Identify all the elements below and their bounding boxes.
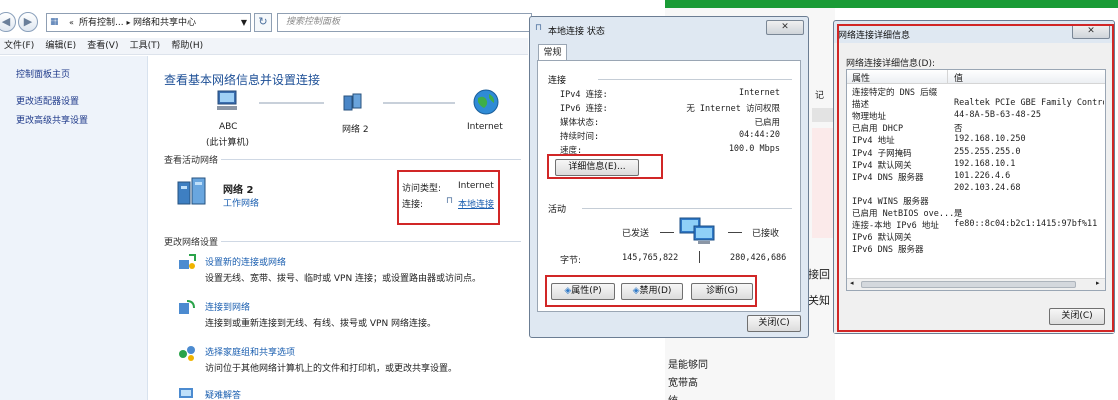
network-name: 网络 2 <box>223 185 254 196</box>
status-dialog-title: 本地连接 状态 <box>548 27 605 37</box>
menu-help[interactable]: 帮助(H) <box>167 38 207 55</box>
task-description: 访问位于其他网络计算机上的文件和打印机，或更改共享设置。 <box>205 364 458 374</box>
search-placeholder: 搜索控制面板 <box>286 17 341 27</box>
activity-tick <box>699 251 700 263</box>
ipv6-label: IPv6 连接: <box>560 104 608 114</box>
background-block <box>812 128 834 238</box>
map-computer-label: ABC <box>219 122 238 132</box>
close-icon[interactable]: ✕ <box>766 20 804 35</box>
task-description: 设置无线、宽带、拨号、临时或 VPN 连接；或设置路由器或访问点。 <box>205 274 482 284</box>
status-close-button[interactable]: 关闭(C) <box>747 315 801 332</box>
bytes-sent-value: 145,765,822 <box>622 253 679 263</box>
activity-group-header: 活动 <box>548 205 567 215</box>
link-control-panel-home[interactable]: 控制面板主页 <box>16 67 70 80</box>
details-dialog: 网络连接详细信息 ✕ 网络连接详细信息(D): 属性 值 连接特定的 DNS 后… <box>833 20 1115 334</box>
background-text: 接回 <box>808 268 830 281</box>
address-part[interactable]: 网络和共享中心 <box>133 18 196 28</box>
menu-edit[interactable]: 编辑(E) <box>41 38 80 55</box>
background-text: 是能够同 <box>668 360 708 371</box>
address-part[interactable]: 所有控制... <box>79 18 124 28</box>
background-text: 统 <box>668 392 678 400</box>
link-advanced-sharing[interactable]: 更改高级共享设置 <box>16 113 88 126</box>
highlight-box <box>545 275 757 307</box>
troubleshoot-icon <box>177 386 197 400</box>
map-link-line <box>383 102 455 104</box>
background-green-bar <box>665 0 1118 8</box>
left-pane: 控制面板主页 更改适配器设置 更改高级共享设置 <box>0 56 148 400</box>
address-separator-icon: « <box>69 18 74 27</box>
map-computer-sublabel: (此计算机) <box>206 138 250 148</box>
page-title: 查看基本网络信息并设置连接 <box>164 73 321 87</box>
network-icon <box>343 92 363 112</box>
main-pane: 查看基本网络信息并设置连接 ABC (此计算机) 网络 2 Internet 查… <box>149 56 529 400</box>
status-dialog: ⊓ 本地连接 状态 ✕ 常规 连接 IPv4 连接: Internet IPv6… <box>529 16 809 338</box>
network-type-link[interactable]: 工作网络 <box>223 196 259 209</box>
address-toolbar: ◀ ▶ ▦ « 所有控制... ▸ 网络和共享中心 ▼ ↻ 搜索控制面板 <box>0 10 532 35</box>
highlight-box <box>837 24 1114 332</box>
speed-value: 100.0 Mbps <box>728 144 780 154</box>
task-homegroup[interactable]: 选择家庭组和共享选项 <box>205 345 295 358</box>
map-network-label: 网络 2 <box>342 125 369 135</box>
background-text: 宽带高 <box>668 378 698 389</box>
ipv6-value: 无 Internet 访问权限 <box>686 104 780 114</box>
task-description: 连接到或重新连接到无线、有线、拨号或 VPN 网络连接。 <box>205 319 437 329</box>
back-button[interactable]: ◀ <box>0 12 16 32</box>
sent-label: 已发送 <box>622 229 650 239</box>
received-label: 已接收 <box>752 229 780 239</box>
sent-dash <box>660 232 674 233</box>
refresh-button[interactable]: ↻ <box>254 13 272 32</box>
map-link-line <box>259 102 324 104</box>
recv-dash <box>728 232 742 233</box>
globe-icon <box>473 89 499 115</box>
background-text: 记 <box>815 91 825 101</box>
background-text: 关知 <box>808 294 830 307</box>
connection-group-header: 连接 <box>548 76 567 86</box>
media-state-value: 已启用 <box>754 118 780 128</box>
menu-file[interactable]: 文件(F) <box>0 38 38 55</box>
connect-network-icon <box>177 297 197 317</box>
task-connect-network[interactable]: 连接到网络 <box>205 300 250 313</box>
map-internet-label: Internet <box>467 122 503 132</box>
network-building-icon <box>177 177 207 205</box>
bytes-received-value: 280,426,686 <box>730 253 787 263</box>
task-setup-connection[interactable]: 设置新的连接或网络 <box>205 255 286 268</box>
ipv4-label: IPv4 连接: <box>560 90 608 100</box>
duration-label: 持续时间: <box>560 132 600 142</box>
address-dropdown-icon[interactable]: ▼ <box>241 14 247 31</box>
divider <box>582 208 792 209</box>
menu-tools[interactable]: 工具(T) <box>126 38 165 55</box>
address-bar[interactable]: ▦ « 所有控制... ▸ 网络和共享中心 ▼ <box>46 13 251 32</box>
tab-general[interactable]: 常规 <box>538 44 567 61</box>
divider <box>221 241 521 242</box>
duration-value: 04:44:20 <box>739 130 780 140</box>
homegroup-icon <box>177 342 197 362</box>
active-networks-header: 查看活动网络 <box>164 156 219 166</box>
divider <box>598 79 792 80</box>
ipv4-value: Internet <box>739 88 780 98</box>
screen: 记 接回 关知 是能够同 宽带高 统 ◀ ▶ ▦ « 所有控制... ▸ 网络和… <box>0 0 1118 400</box>
computer-icon <box>215 90 239 112</box>
menu-bar: 文件(F) 编辑(E) 查看(V) 工具(T) 帮助(H) <box>0 38 528 55</box>
general-panel: 连接 IPv4 连接: Internet IPv6 连接: 无 Internet… <box>537 60 801 312</box>
menu-view[interactable]: 查看(V) <box>83 38 122 55</box>
search-input[interactable]: 搜索控制面板 <box>277 13 532 32</box>
bytes-label: 字节: <box>560 256 582 266</box>
new-connection-icon <box>177 252 197 272</box>
highlight-box <box>397 170 500 225</box>
plug-icon: ⊓ <box>535 23 543 33</box>
media-state-label: 媒体状态: <box>560 118 600 128</box>
network-activity-icon <box>678 216 720 248</box>
divider <box>221 159 521 160</box>
task-troubleshoot[interactable]: 疑难解答 <box>205 388 241 400</box>
link-change-adapter-settings[interactable]: 更改适配器设置 <box>16 94 79 107</box>
change-settings-header: 更改网络设置 <box>164 238 219 248</box>
forward-button[interactable]: ▶ <box>18 12 38 32</box>
highlight-box <box>547 154 663 179</box>
background-block <box>812 108 834 122</box>
control-panel-icon: ▦ <box>50 17 59 27</box>
